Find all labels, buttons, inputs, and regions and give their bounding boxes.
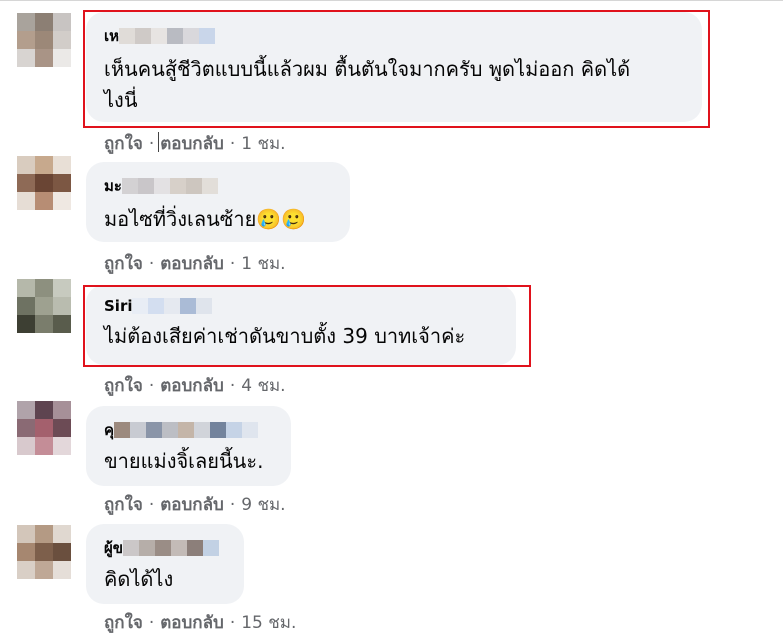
- separator: ·: [229, 134, 236, 154]
- comment-timestamp[interactable]: 1 ชม.: [241, 130, 285, 157]
- separator: ·: [148, 613, 155, 633]
- like-link[interactable]: ถูกใจ: [104, 491, 143, 518]
- comment-text: คิดได้ไง: [104, 567, 174, 591]
- comment-author[interactable]: ผู้ข: [104, 536, 220, 560]
- separator: ·: [229, 376, 236, 396]
- avatar[interactable]: [17, 525, 71, 579]
- separator: ·: [148, 254, 155, 274]
- comment-author[interactable]: คุ: [104, 418, 259, 442]
- like-link[interactable]: ถูกใจ: [104, 130, 143, 157]
- comment-timestamp[interactable]: 9 ชม.: [241, 491, 285, 518]
- highlight-box: [83, 285, 531, 367]
- comment-actions: ถูกใจ · ตอบกลับ · 1 ชม.: [104, 250, 286, 277]
- separator: ·: [229, 613, 236, 633]
- comment-text: มอไซที่วิ่งเลนซ้าย🥲🥲: [104, 207, 307, 231]
- separator: ·: [148, 495, 155, 515]
- comment-bubble: ผู้ข คิดได้ไง: [86, 524, 244, 604]
- avatar[interactable]: [17, 13, 71, 67]
- reply-link[interactable]: ตอบกลับ: [160, 250, 224, 277]
- comment-actions: ถูกใจ · ตอบกลับ · 1 ชม.: [104, 130, 286, 157]
- comment-text: ขายแม่งจิ้เลยนี้นะ.: [104, 449, 264, 473]
- avatar[interactable]: [17, 156, 71, 210]
- highlight-box: [83, 10, 710, 128]
- separator: ·: [229, 495, 236, 515]
- text-cursor: [158, 132, 159, 152]
- separator: ·: [148, 134, 155, 154]
- comment-bubble: มะ มอไซที่วิ่งเลนซ้าย🥲🥲: [86, 162, 350, 242]
- avatar[interactable]: [17, 401, 71, 455]
- avatar[interactable]: [17, 279, 71, 333]
- comment-actions: ถูกใจ · ตอบกลับ · 9 ชม.: [104, 491, 286, 518]
- reply-link[interactable]: ตอบกลับ: [160, 130, 224, 157]
- separator: ·: [148, 376, 155, 396]
- like-link[interactable]: ถูกใจ: [104, 372, 143, 399]
- comment-author[interactable]: มะ: [104, 174, 218, 198]
- top-divider: [0, 0, 783, 1]
- reply-link[interactable]: ตอบกลับ: [160, 491, 224, 518]
- comment-actions: ถูกใจ · ตอบกลับ · 4 ชม.: [104, 372, 286, 399]
- comment-timestamp[interactable]: 4 ชม.: [241, 372, 285, 399]
- reply-link[interactable]: ตอบกลับ: [160, 372, 224, 399]
- comment-bubble: คุ ขายแม่งจิ้เลยนี้นะ.: [86, 406, 291, 486]
- like-link[interactable]: ถูกใจ: [104, 250, 143, 277]
- separator: ·: [229, 254, 236, 274]
- comment-timestamp[interactable]: 1 ชม.: [241, 250, 285, 277]
